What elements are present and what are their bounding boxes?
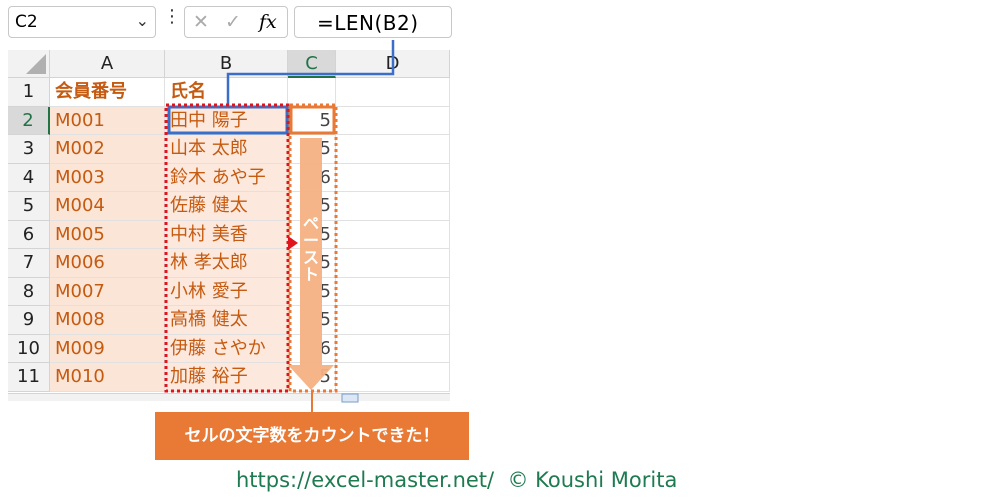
paste-arrow-label: ペースト (302, 214, 319, 284)
annotation-overlay (164, 40, 395, 412)
autofill-options-icon (341, 393, 359, 403)
result-callout: セルの文字数をカウントできた！ (155, 412, 469, 460)
c2-highlight (289, 105, 336, 135)
pointer-triangle (288, 236, 298, 250)
formula-link-line (226, 40, 395, 106)
footer-credit: https://excel-master.net/ © Koushi Morit… (236, 468, 678, 492)
source-range-dotted (164, 103, 290, 393)
b2-highlight (167, 105, 289, 135)
